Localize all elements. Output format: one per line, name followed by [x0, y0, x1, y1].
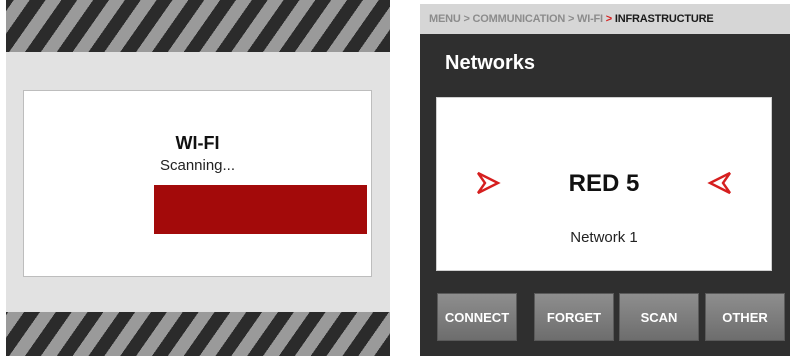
hazard-stripe-bottom	[6, 312, 390, 356]
breadcrumb-item-menu[interactable]: MENU	[429, 13, 461, 25]
dialog-title: WI-FI	[175, 133, 220, 153]
breadcrumb-separator-active: >	[605, 13, 613, 25]
scan-progress-bar	[97, 185, 367, 234]
breadcrumb-item-wifi[interactable]: WI-FI	[577, 13, 603, 25]
other-button[interactable]: OTHER	[705, 293, 785, 341]
network-selector: RED 5 Network 1	[436, 97, 772, 271]
breadcrumb-separator: >	[463, 13, 470, 25]
red-arrow-right-icon[interactable]	[707, 170, 733, 196]
hazard-stripe-top	[6, 0, 390, 52]
breadcrumb-item-communication[interactable]: COMMUNICATION	[473, 13, 566, 25]
action-button-row: CONNECT FORGET SCAN OTHER	[437, 293, 785, 341]
breadcrumb-separator: >	[567, 13, 575, 25]
breadcrumb-current: INFRASTRUCTURE	[614, 13, 714, 25]
wifi-scan-screen: WI-FI Scanning...	[6, 0, 390, 356]
page-title: Networks	[445, 52, 536, 74]
scan-progress-fill	[153, 185, 367, 234]
scan-dialog: WI-FI Scanning...	[23, 90, 372, 277]
breadcrumb: MENU > COMMUNICATION > WI-FI > INFRASTRU…	[420, 4, 790, 34]
forget-button[interactable]: FORGET	[534, 293, 614, 341]
connect-button[interactable]: CONNECT	[437, 293, 517, 341]
scan-status-text: Scanning...	[159, 157, 236, 174]
network-index-label: Network 1	[570, 229, 638, 246]
networks-screen: MENU > COMMUNICATION > WI-FI > INFRASTRU…	[420, 4, 790, 356]
scan-button[interactable]: SCAN	[619, 293, 699, 341]
